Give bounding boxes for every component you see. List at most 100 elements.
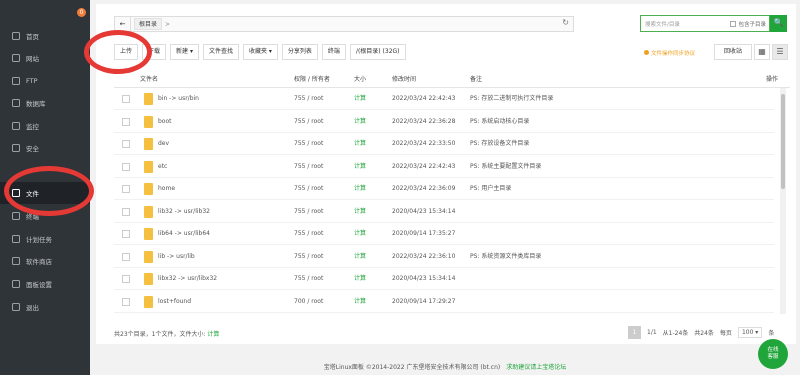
- sidebar-item-website[interactable]: 网站: [0, 47, 90, 69]
- calc-size-link[interactable]: 计算: [354, 246, 366, 268]
- file-name[interactable]: bin -> usr/bin: [158, 88, 199, 110]
- file-name[interactable]: lib32 -> usr/lib32: [158, 201, 210, 223]
- search-button[interactable]: 🔍: [770, 15, 787, 32]
- table-row[interactable]: etc 755 / root 计算 2022/03/24 22:42:43 PS: 系统…: [114, 156, 774, 178]
- row-checkbox[interactable]: [122, 207, 130, 216]
- file-note: PS: 系统启动核心目录: [470, 117, 530, 125]
- row-checkbox[interactable]: [122, 297, 130, 306]
- file-permission[interactable]: 755 / root: [294, 133, 323, 155]
- dir-size-button[interactable]: /(根目录) (32G): [349, 44, 406, 60]
- include-subdir-checkbox[interactable]: [730, 20, 737, 27]
- row-checkbox[interactable]: [122, 275, 130, 283]
- calc-size-link[interactable]: 计算: [354, 88, 366, 110]
- calc-size-link[interactable]: 计算: [354, 201, 366, 223]
- file-permission[interactable]: 755 / root: [294, 88, 323, 110]
- table-row[interactable]: boot 755 / root 计算 2022/03/24 22:36:28 PS: 系…: [114, 111, 774, 133]
- table-row[interactable]: bin -> usr/bin 755 / root 计算 2022/03/24 22:…: [114, 88, 774, 110]
- sidebar-item-label: 软件商店: [26, 258, 52, 266]
- sidebar-item-home[interactable]: 首页: [0, 25, 90, 47]
- table-row[interactable]: home 755 / root 计算 2022/03/24 22:36:09 PS: 用…: [114, 178, 774, 200]
- table-row[interactable]: dev 755 / root 计算 2022/03/24 22:33:50 PS: 存放…: [114, 133, 774, 155]
- row-checkbox[interactable]: [122, 140, 130, 148]
- include-subdir-label: 包含子目录: [738, 21, 766, 28]
- file-permission[interactable]: 755 / root: [294, 223, 323, 245]
- search-input[interactable]: 搜索文件/目录: [641, 20, 730, 28]
- col-name[interactable]: 文件名: [140, 72, 158, 88]
- back-arrow-icon[interactable]: ←: [115, 17, 131, 31]
- calc-size-link[interactable]: 计算: [354, 111, 366, 133]
- sidebar-item-security[interactable]: 安全: [0, 137, 90, 159]
- calc-size-link[interactable]: 计算: [354, 133, 366, 155]
- sync-protocol-tip[interactable]: 文件操作同步协议: [644, 49, 695, 57]
- sidebar-item-store[interactable]: 软件商店: [0, 250, 90, 272]
- file-permission[interactable]: 700 / root: [294, 291, 323, 313]
- table-row[interactable]: lib32 -> usr/lib32 755 / root 计算 2020/04/23…: [114, 201, 774, 223]
- new-button[interactable]: 新建 ▾: [170, 44, 199, 60]
- col-size[interactable]: 大小: [354, 72, 366, 88]
- row-checkbox[interactable]: [122, 185, 130, 193]
- sidebar-item-logout[interactable]: 退出: [0, 296, 90, 318]
- row-checkbox[interactable]: [122, 95, 130, 103]
- file-name[interactable]: lib64 -> usr/lib64: [158, 223, 210, 245]
- breadcrumb-root[interactable]: 根目录: [134, 18, 163, 30]
- file-name[interactable]: boot: [158, 111, 172, 133]
- file-permission[interactable]: 755 / root: [294, 268, 323, 290]
- sidebar-item-ftp[interactable]: FTP: [0, 70, 90, 92]
- file-note: PS: 系统主要配置文件目录: [470, 162, 542, 170]
- row-checkbox[interactable]: [122, 162, 130, 171]
- calc-size-link[interactable]: 计算: [354, 156, 366, 178]
- calc-size-link[interactable]: 计算: [354, 268, 366, 290]
- calc-size-link[interactable]: 计算: [354, 178, 366, 200]
- file-name[interactable]: libx32 -> usr/libx32: [158, 268, 217, 290]
- sidebar-item-label: FTP: [26, 77, 38, 85]
- forum-link[interactable]: 求助建议请上宝塔论坛: [506, 364, 566, 371]
- file-note: PS: 存放设备文件目录: [470, 140, 530, 147]
- table-header: 文件名 权限 / 所有者 大小 修改时间 备注 操作: [114, 72, 790, 88]
- store-icon: [12, 257, 20, 265]
- calc-size-link[interactable]: 计算: [354, 291, 366, 313]
- file-permission[interactable]: 755 / root: [294, 178, 323, 200]
- per-page-select[interactable]: 100 ▾: [737, 327, 763, 338]
- grid-view-icon[interactable]: ▦: [754, 44, 770, 60]
- sidebar-item-settings[interactable]: 面板设置: [0, 273, 90, 295]
- col-permission[interactable]: 权限 / 所有者: [294, 72, 330, 88]
- file-permission[interactable]: 755 / root: [294, 156, 323, 178]
- refresh-icon[interactable]: ↻: [562, 18, 569, 27]
- online-service-button[interactable]: 在线 客服: [758, 339, 788, 369]
- row-checkbox[interactable]: [122, 230, 130, 238]
- sidebar-item-cron[interactable]: 计划任务: [0, 228, 90, 250]
- file-search-button[interactable]: 文件查找: [202, 44, 239, 60]
- table-row[interactable]: libx32 -> usr/libx32 755 / root 计算 2020/04/…: [114, 268, 774, 290]
- include-subdir-toggle[interactable]: 包含子目录: [730, 20, 766, 28]
- list-view-icon[interactable]: ☰: [772, 44, 788, 60]
- monitor-icon: [12, 122, 20, 130]
- file-permission[interactable]: 755 / root: [294, 111, 323, 133]
- favorites-button[interactable]: 收藏夹 ▾: [242, 44, 278, 60]
- table-row[interactable]: lost+found 700 / root 计算 2020/09/14 17:29:2…: [114, 291, 774, 313]
- file-name[interactable]: dev: [158, 133, 169, 155]
- terminal-button[interactable]: 终端: [321, 44, 346, 60]
- table-row[interactable]: lib64 -> usr/lib64 755 / root 计算 2020/09/14…: [114, 223, 774, 245]
- sidebar-item-monitor[interactable]: 监控: [0, 115, 90, 137]
- share-list-button[interactable]: 分享列表: [281, 44, 318, 60]
- file-name[interactable]: home: [158, 178, 175, 200]
- row-checkbox[interactable]: [122, 117, 130, 126]
- file-name[interactable]: etc: [158, 156, 167, 178]
- page-current[interactable]: 1: [628, 326, 641, 339]
- file-mtime: 2020/09/14 17:29:27: [392, 297, 456, 305]
- path-bar[interactable]: ← 根目录 > ↻: [114, 16, 574, 32]
- file-permission[interactable]: 755 / root: [294, 246, 323, 268]
- file-name[interactable]: lost+found: [158, 291, 191, 313]
- calc-total-link[interactable]: 计算: [207, 331, 219, 338]
- file-permission[interactable]: 755 / root: [294, 201, 323, 223]
- scrollbar-thumb[interactable]: [781, 94, 785, 189]
- col-mtime[interactable]: 修改时间: [392, 72, 416, 88]
- file-note: PS: 系统资源文件类库目录: [470, 252, 542, 260]
- recycle-bin-button[interactable]: 回收站: [714, 44, 752, 60]
- file-name[interactable]: lib -> usr/lib: [158, 246, 195, 268]
- table-row[interactable]: lib -> usr/lib 755 / root 计算 2022/03/24 22:…: [114, 246, 774, 268]
- notification-badge[interactable]: 0: [77, 8, 86, 17]
- calc-size-link[interactable]: 计算: [354, 223, 366, 245]
- row-checkbox[interactable]: [122, 252, 130, 261]
- sidebar-item-database[interactable]: 数据库: [0, 92, 90, 114]
